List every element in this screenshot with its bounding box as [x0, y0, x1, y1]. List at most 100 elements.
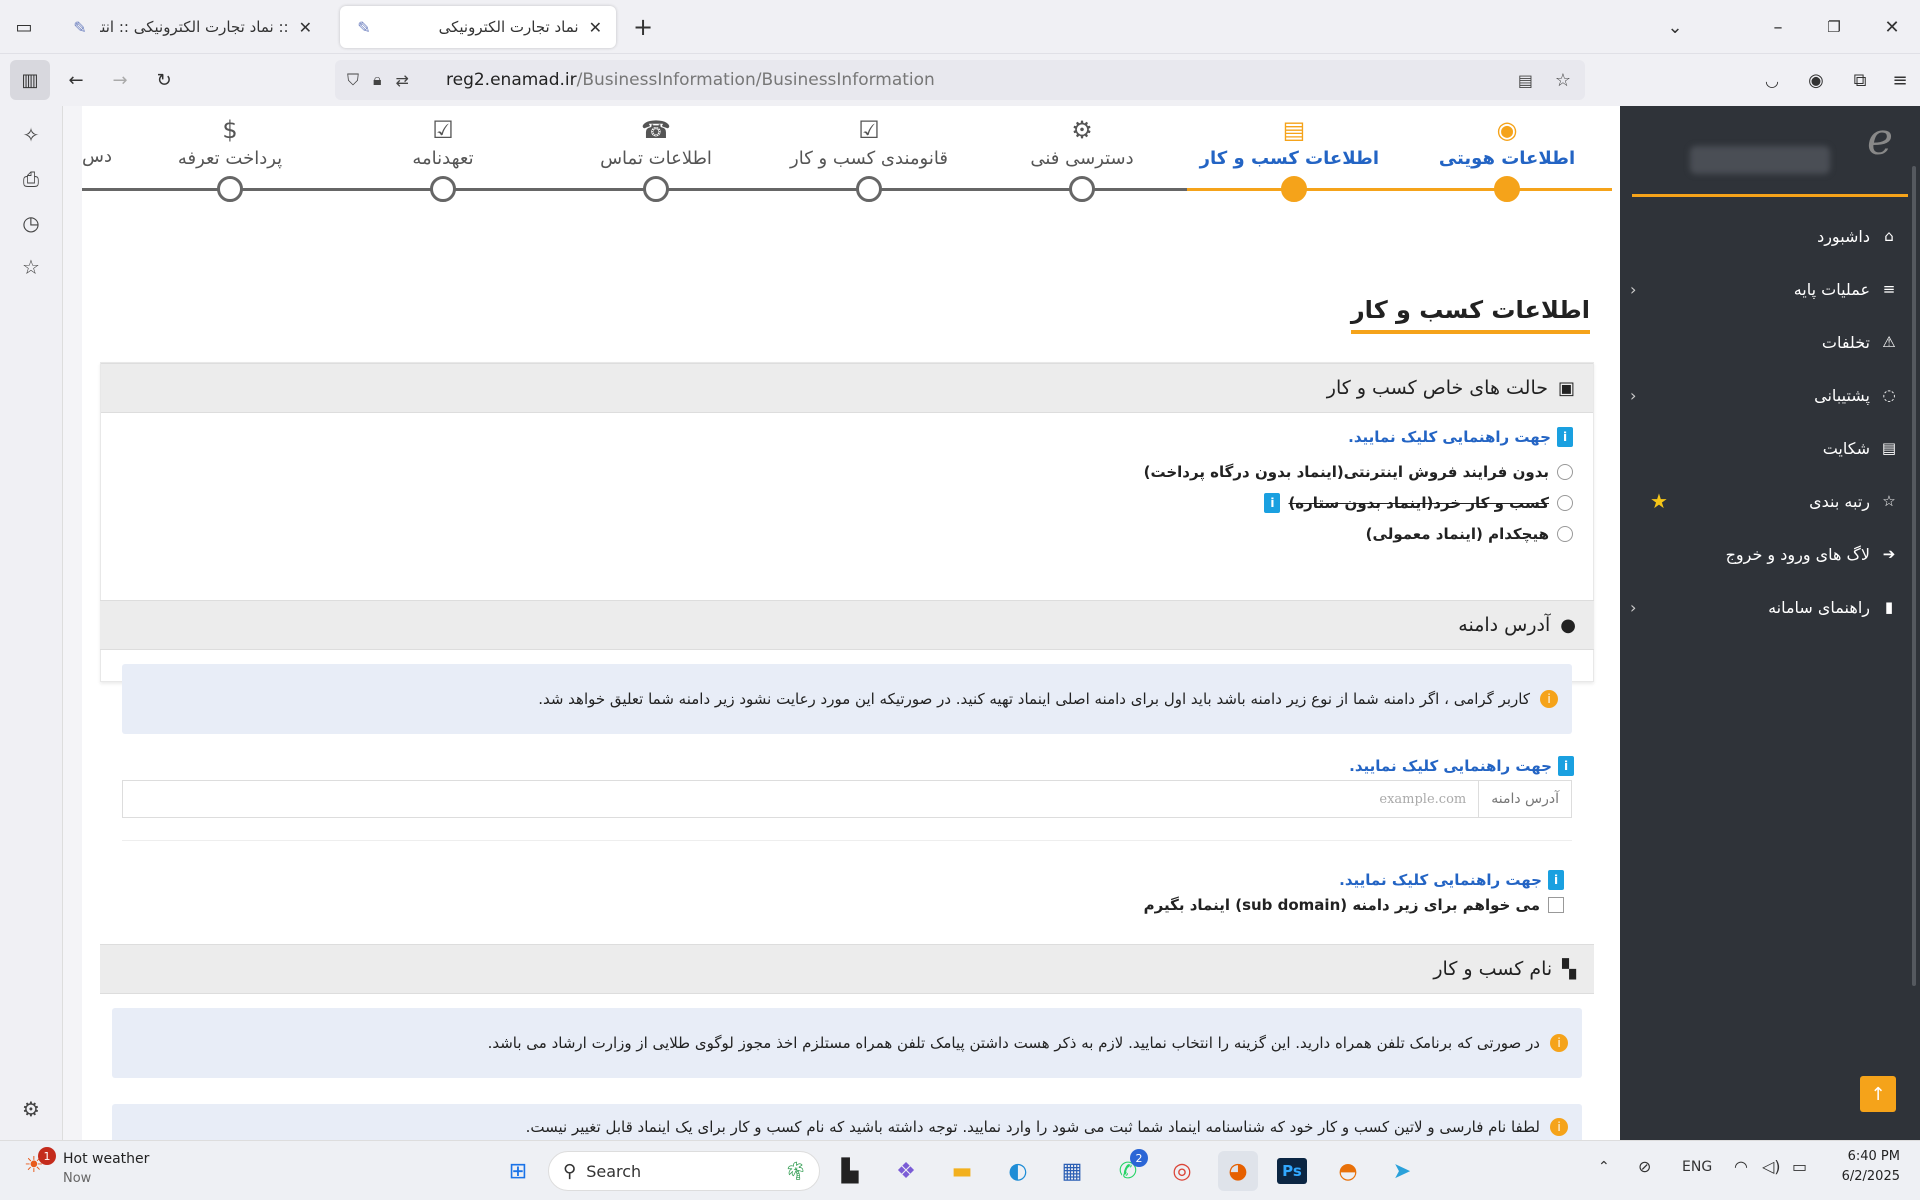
step-identity[interactable]: ◉ اطلاعات هویتی	[1422, 116, 1592, 169]
sidebar-item-login-logs[interactable]: ➔ لاگ های ورود و خروج	[1630, 534, 1900, 574]
edge-icon[interactable]: ◐	[998, 1151, 1038, 1191]
new-tab-button[interactable]: +	[623, 7, 663, 47]
sidebar-item-ranking[interactable]: ☆ رتبه بندی ★	[1630, 481, 1900, 521]
sidebar-item-base-operations[interactable]: ≡ عملیات پایه ‹	[1630, 269, 1900, 309]
sidebar-item-help[interactable]: ▮ راهنمای سامانه ‹	[1630, 587, 1900, 627]
step-business-info[interactable]: ▤ اطلاعات کسب و کار	[1200, 116, 1379, 169]
radio-none[interactable]: هیچکدام (اینماد معمولی)	[1366, 525, 1573, 543]
step-dot-contact-info[interactable]	[643, 176, 669, 202]
sidebar-item-dashboard[interactable]: ⌂ داشبورد	[1630, 216, 1900, 256]
bookmarks-icon[interactable]: ☆	[18, 254, 44, 280]
subdomain-checkbox-row[interactable]: می خواهم برای زیر دامنه (sub domain) این…	[1144, 896, 1564, 914]
step-commitment[interactable]: ☑ تعهدنامه	[358, 116, 528, 169]
language-indicator[interactable]: ENG	[1682, 1159, 1712, 1175]
step-label-cut[interactable]: دس	[82, 146, 112, 167]
close-tab-icon[interactable]: ✕	[589, 18, 602, 37]
permissions-icon[interactable]: ⇄	[396, 71, 409, 90]
info-icon[interactable]: i	[1264, 493, 1281, 513]
close-window-icon[interactable]: ✕	[1872, 7, 1912, 47]
help-link[interactable]: i جهت راهنمایی کلیک نمایید.	[1348, 427, 1573, 447]
tab-inactive[interactable]: ✎ :: نماد تجارت الکترونیکی :: انتخا ✕	[56, 6, 326, 48]
step-business-legality[interactable]: ☑ قانومندی کسب و کار	[784, 116, 954, 169]
step-technical-access[interactable]: ⚙ دسترسی فنی	[997, 116, 1167, 169]
photoshop-icon[interactable]: Ps	[1272, 1151, 1312, 1191]
settings-icon[interactable]: ⚙	[18, 1096, 44, 1122]
step-dot-identity[interactable]	[1494, 176, 1520, 202]
domain-input[interactable]: example.com	[1367, 792, 1478, 807]
sidebar-item-support[interactable]: ◌ پشتیبانی ‹	[1630, 375, 1900, 415]
radio-micro-business[interactable]: کسب و کار خرد(اینماد بدون ستاره) i	[1258, 493, 1573, 513]
help-link[interactable]: i جهت راهنمایی کلیک نمایید.	[1349, 756, 1574, 776]
file-explorer-icon[interactable]: ▬	[942, 1151, 982, 1191]
copilot-icon[interactable]: ❖	[886, 1151, 926, 1191]
sidebar-toggle-icon[interactable]: ▥	[10, 60, 50, 100]
hotspot-icon[interactable]: ◓	[1328, 1151, 1368, 1191]
sidebar-item-violations[interactable]: ⚠ تخلفات	[1630, 322, 1900, 362]
pocket-icon[interactable]: ◡	[1752, 60, 1792, 100]
extensions-icon[interactable]: ⧉	[1840, 60, 1880, 100]
firefox-icon[interactable]: ◕	[1218, 1151, 1258, 1191]
help-link[interactable]: i جهت راهنمایی کلیک نمایید.	[1339, 870, 1564, 890]
step-dot-payment[interactable]	[217, 176, 243, 202]
reader-mode-icon[interactable]: ▤	[1518, 71, 1533, 90]
clock-time[interactable]: 6:40 PM	[1826, 1149, 1900, 1164]
task-view-icon[interactable]: ▙	[830, 1151, 870, 1191]
step-dot-business-info[interactable]	[1281, 176, 1307, 202]
shield-icon[interactable]: ⛉	[347, 70, 359, 90]
windows-start-icon[interactable]: ⊞	[498, 1151, 538, 1191]
step-label: تعهدنامه	[412, 148, 474, 169]
step-payment[interactable]: $ پرداخت تعرفه	[145, 116, 315, 169]
taskbar-search[interactable]: ⚲ Search 🌴︎	[548, 1151, 820, 1191]
step-dot-business-legality[interactable]	[856, 176, 882, 202]
subdomain-checkbox[interactable]	[1548, 897, 1564, 913]
chevron-down-icon[interactable]: ⌄	[1655, 7, 1695, 47]
volume-icon[interactable]: ◁)	[1762, 1157, 1781, 1176]
step-dot-commitment[interactable]	[430, 176, 456, 202]
tray-app-icon[interactable]: ⊘	[1638, 1157, 1651, 1176]
ai-sparkle-icon[interactable]: ✧	[18, 122, 44, 148]
scroll-top-button[interactable]: ↑	[1860, 1076, 1896, 1112]
close-tab-icon[interactable]: ✕	[299, 18, 312, 37]
weather-title[interactable]: Hot weather	[63, 1151, 149, 1167]
sidebar-item-label: لاگ های ورود و خروج	[1725, 544, 1870, 564]
tab-list-icon[interactable]: ▭	[4, 7, 44, 47]
url-text[interactable]: reg2.enamad.ir/BusinessInformation/Busin…	[446, 70, 935, 90]
radio-button[interactable]	[1557, 526, 1573, 542]
clock-date[interactable]: 6/2/2025	[1826, 1169, 1900, 1184]
bookmark-star-icon[interactable]: ☆	[1555, 70, 1571, 91]
battery-icon[interactable]: ▭	[1792, 1157, 1807, 1176]
scrollbar[interactable]	[1912, 166, 1916, 986]
restore-icon[interactable]: ❐	[1814, 7, 1854, 47]
search-label: Search	[586, 1161, 642, 1181]
content-gutter	[62, 106, 82, 1140]
synced-tabs-icon[interactable]: ⎙	[18, 166, 44, 192]
radio-no-online-sale[interactable]: بدون فرایند فروش اینترنتی(اینماد بدون در…	[1144, 463, 1573, 481]
whatsapp-badge: 2	[1130, 1149, 1148, 1167]
sidebar-item-complaint[interactable]: ▤ شکایت	[1630, 428, 1900, 468]
lock-icon[interactable]: 🔒︎	[373, 70, 382, 90]
wifi-icon[interactable]: ◠	[1734, 1157, 1748, 1176]
checklist-icon: ☑	[432, 116, 454, 144]
tab-title: :: نماد تجارت الکترونیکی :: انتخا	[100, 18, 289, 36]
history-icon[interactable]: ◷	[18, 210, 44, 236]
minimize-icon[interactable]: –	[1758, 7, 1798, 47]
step-dot-technical-access[interactable]	[1069, 176, 1095, 202]
step-contact-info[interactable]: ☎ اطلاعات تماس	[571, 116, 741, 169]
radio-button[interactable]	[1557, 464, 1573, 480]
account-icon[interactable]: ◉	[1796, 60, 1836, 100]
info-circle-icon: i	[1550, 1034, 1568, 1052]
tray-chevron-up-icon[interactable]: ⌃	[1598, 1159, 1610, 1175]
back-icon[interactable]: ←	[56, 60, 96, 100]
chrome-icon[interactable]: ◎	[1162, 1151, 1202, 1191]
reload-icon[interactable]: ↻	[144, 60, 184, 100]
forward-icon[interactable]: →	[100, 60, 140, 100]
menu-icon[interactable]: ≡	[1880, 60, 1920, 100]
tab-active[interactable]: ✎ نماد تجارت الکترونیکی ✕	[340, 6, 616, 48]
radio-button[interactable]	[1557, 495, 1573, 511]
palm-tree-icon: 🌴︎	[784, 1160, 807, 1182]
store-icon[interactable]: ▦	[1052, 1151, 1092, 1191]
browser-sidebar: ✧ ⎙ ◷ ☆ ⚙	[0, 106, 62, 1140]
business-name-notice-2-text: لطفا نام فارسی و لاتین کسب و کار خود که …	[525, 1118, 1540, 1136]
telegram-icon[interactable]: ➤	[1382, 1151, 1422, 1191]
page-title: اطلاعات کسب و کار	[1350, 296, 1590, 334]
